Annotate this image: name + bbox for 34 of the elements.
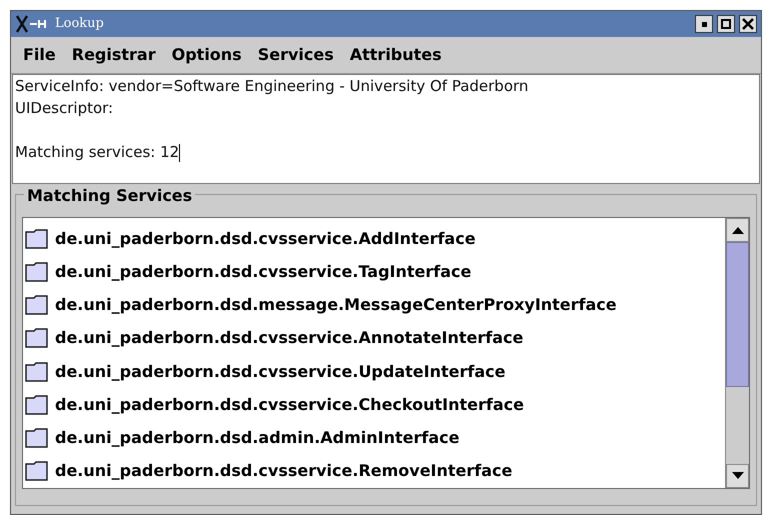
folder-icon	[25, 262, 49, 282]
folder-icon	[25, 328, 49, 348]
folder-icon	[25, 362, 49, 382]
service-list-item[interactable]: de.uni_paderborn.dsd.cvsservice.RemoveInterface	[25, 454, 725, 488]
service-list-item[interactable]: de.uni_paderborn.dsd.cvsservice.AddInterface	[25, 222, 725, 256]
service-list-item[interactable]: de.uni_paderborn.dsd.admin.AdminInterface	[25, 422, 725, 455]
info-line: Matching services: 12	[15, 142, 182, 163]
folder-icon	[25, 295, 49, 316]
down-arrow-icon	[732, 472, 744, 480]
up-arrow-icon	[732, 226, 744, 234]
menu-item[interactable]: Options	[166, 43, 248, 67]
menu-item[interactable]: Registrar	[66, 43, 162, 67]
scroll-down-button[interactable]	[726, 464, 749, 488]
folder-icon	[25, 461, 49, 482]
info-line: ServiceInfo: vendor=Software Engineering - University Of Paderborn	[15, 76, 530, 97]
folder-icon	[25, 394, 49, 415]
window-title: Lookup	[55, 15, 104, 34]
service-list-item[interactable]: de.uni_paderborn.dsd.cvsservice.CheckoutInterface	[25, 388, 725, 422]
scrollbar[interactable]	[725, 218, 749, 488]
menu-item[interactable]: Services	[252, 43, 340, 67]
service-list-item[interactable]: de.uni_paderborn.dsd.cvsservice.AnnotateInterface	[25, 322, 725, 355]
service-list-item[interactable]: de.uni_paderborn.dsd.cvsservice.UpdateInterface	[25, 355, 725, 388]
service-list-item[interactable]: de.uni_paderborn.dsd.cvsservice.TagInterface	[25, 255, 725, 288]
folder-icon	[25, 428, 49, 448]
info-line: UIDescriptor:	[15, 98, 114, 119]
folder-icon	[25, 228, 49, 249]
scroll-up-button[interactable]	[726, 218, 749, 242]
menu-item[interactable]: Attributes	[344, 43, 448, 67]
minimize-button[interactable]	[695, 15, 713, 33]
scrollbar-thumb[interactable]	[726, 242, 749, 387]
close-button[interactable]	[739, 15, 757, 33]
maximize-button[interactable]	[717, 15, 735, 33]
menu-item[interactable]: File	[17, 43, 62, 67]
service-list-item[interactable]: de.uni_paderborn.dsd.message.MessageCenterProxyInterface	[25, 288, 725, 322]
